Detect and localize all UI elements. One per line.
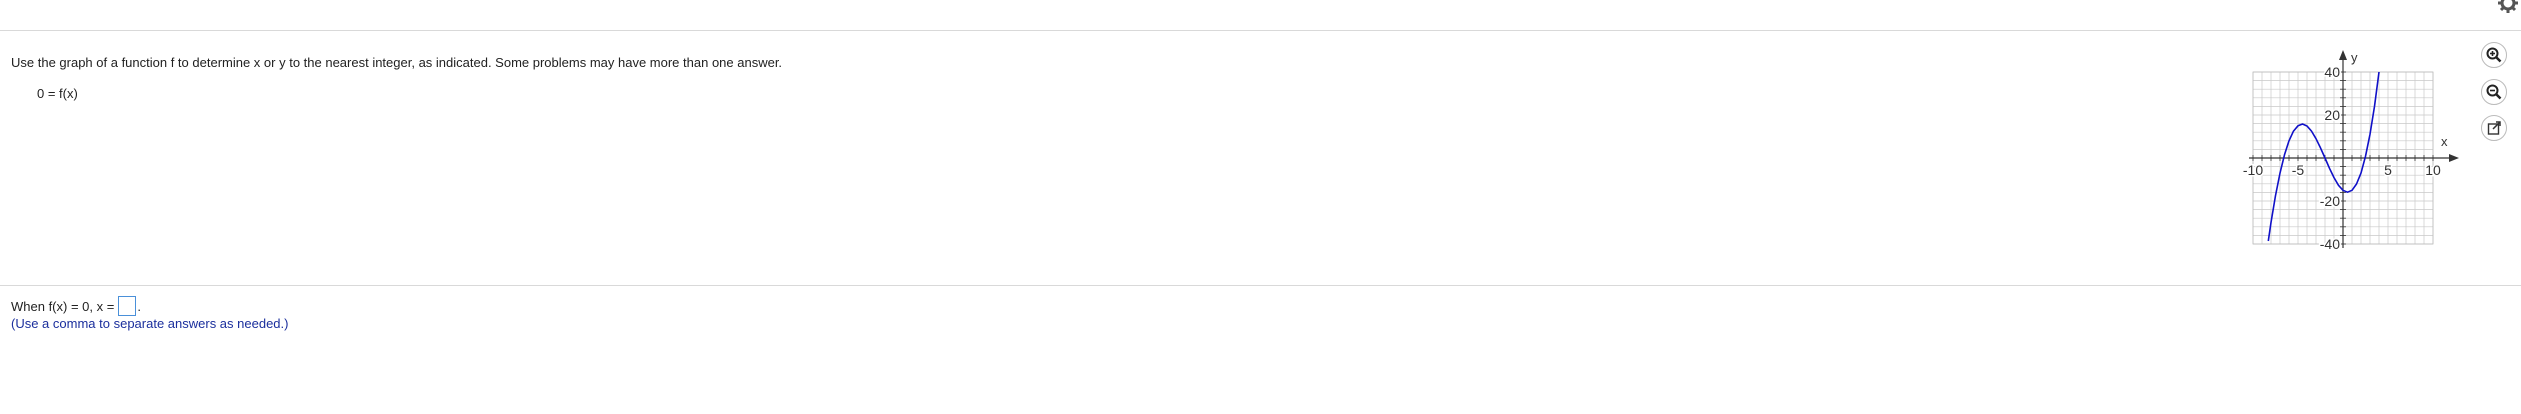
x-tick-label: -5 <box>2292 162 2305 178</box>
x-tick-label: -10 <box>2243 162 2263 178</box>
answer-prompt: When f(x) = 0, x = <box>11 298 115 314</box>
y-axis-arrow <box>2339 50 2347 60</box>
answer-hint: (Use a comma to separate answers as need… <box>11 316 289 331</box>
top-bar <box>0 0 2521 31</box>
question-equation: 0 = f(x) <box>37 86 78 101</box>
answer-row: When f(x) = 0, x = . <box>11 296 141 316</box>
y-tick-label: 40 <box>2324 64 2340 80</box>
question-instructions: Use the graph of a function f to determi… <box>11 55 783 70</box>
answer-period: . <box>137 298 141 314</box>
gear-icon[interactable] <box>2497 0 2519 14</box>
x-tick-label: 5 <box>2384 162 2392 178</box>
y-tick-label: -20 <box>2320 193 2340 209</box>
external-link-icon[interactable] <box>2480 114 2508 142</box>
zoom-in-icon[interactable] <box>2480 41 2508 69</box>
y-tick-label: -40 <box>2320 236 2340 252</box>
x-axis-arrow <box>2449 154 2459 162</box>
y-tick-label: 20 <box>2324 107 2340 123</box>
x-axis-label: x <box>2441 134 2448 149</box>
zoom-out-icon[interactable] <box>2480 78 2508 106</box>
x-tick-label: 10 <box>2425 162 2441 178</box>
y-axis-label: y <box>2351 50 2358 65</box>
answer-input[interactable] <box>118 296 137 316</box>
section-divider <box>0 285 2521 286</box>
function-graph: -10 -5 5 10 40 20 -20 -40 x y <box>2241 50 2459 254</box>
